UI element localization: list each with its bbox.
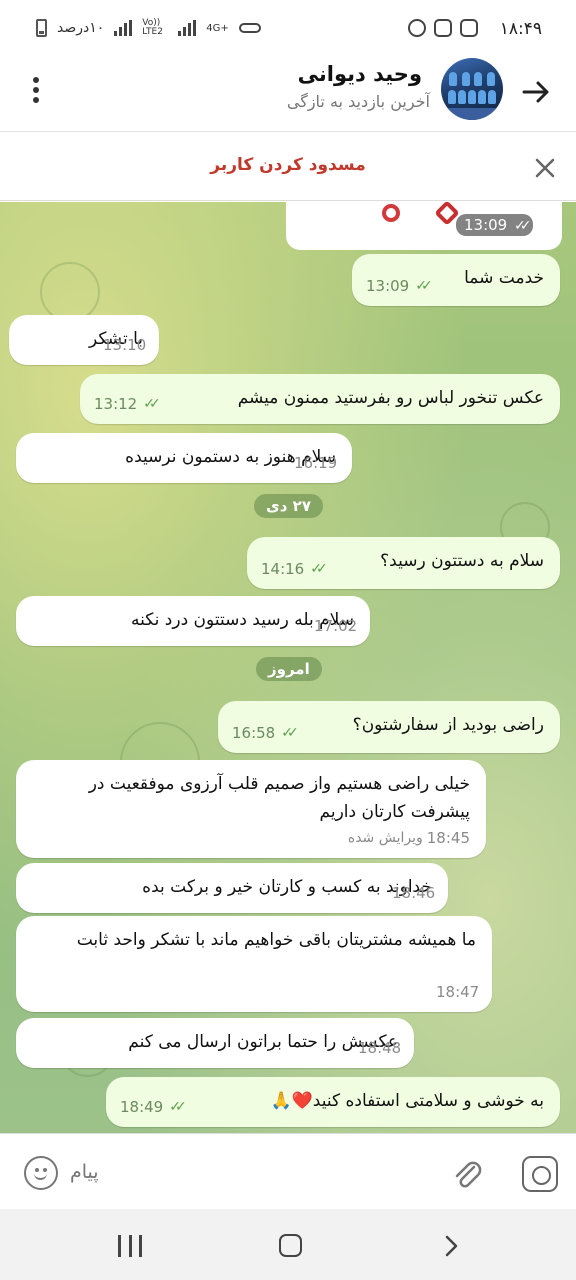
message-out[interactable]: خدمت شما 13:09 ✓✓ [352, 254, 560, 306]
message-meta: 17:02 [314, 617, 358, 635]
home-icon[interactable] [279, 1234, 302, 1257]
message-meta: 16:58 ✓✓ [232, 719, 299, 747]
more-vertical-icon[interactable] [26, 74, 46, 106]
whatsapp-icon [408, 19, 426, 37]
edited-label: ویرایش شده [347, 830, 423, 846]
signal-icon [114, 20, 133, 36]
chat-header: وحید دیوانی آخرین بازدید به تازگی [0, 58, 576, 132]
block-user-bar: مسدود کردن کاربر [0, 133, 576, 201]
contact-name[interactable]: وحید دیوانی [298, 62, 422, 86]
avatar[interactable] [441, 58, 503, 120]
date-separator: امروز [256, 657, 322, 681]
volte-label: Vo)) LTE2 [142, 18, 163, 37]
vpn-key-icon [238, 23, 261, 33]
read-check-icon: ✓✓ [281, 725, 299, 741]
read-check-icon: ✓✓ [169, 1099, 187, 1115]
message-text: خداوند به کسب و کارتان خیر و برکت بده [142, 877, 432, 897]
message-out[interactable]: به خوشی و سلامتی استفاده کنید❤️🙏 18:49 ✓✓ [106, 1077, 560, 1127]
message-in[interactable]: سلام بله رسید دستتون درد نکنه 17:02 [16, 596, 370, 646]
date-separator: ۲۷ دی [254, 494, 323, 518]
close-icon[interactable] [534, 157, 556, 179]
system-nav-bar [0, 1209, 576, 1280]
message-meta: 14:16 ✓✓ [261, 555, 328, 583]
read-check-icon: ✓✓ [415, 278, 433, 294]
read-check-icon: ✓✓ [310, 561, 328, 577]
emoji-icon[interactable] [24, 1156, 58, 1190]
message-text: عکس تنخور لباس رو بفرستید ممنون میشم [237, 388, 544, 408]
message-in[interactable]: ما همیشه مشتریتان باقی خواهیم ماند با تش… [16, 916, 492, 1012]
message-text: سلام هنوز به دستمون نرسیده [125, 447, 336, 467]
message-meta: 16:19 [294, 454, 338, 472]
message-text: ما همیشه مشتریتان باقی خواهیم ماند با تش… [76, 930, 476, 950]
message-text: سلام بله رسید دستتون درد نکنه [131, 610, 354, 630]
message-meta: 13:12 ✓✓ [94, 390, 161, 418]
message-in[interactable]: با تشکر 13:10 [9, 315, 159, 365]
camera-icon[interactable] [522, 1156, 558, 1192]
message-in[interactable]: خداوند به کسب و کارتان خیر و برکت بده 18… [16, 863, 448, 913]
message-in[interactable]: عکسش را حتما براتون ارسال می کنم 18:48 [16, 1018, 414, 1068]
status-time: ۱۸:۴۹ [499, 19, 542, 39]
message-out[interactable]: عکس تنخور لباس رو بفرستید ممنون میشم 13:… [80, 374, 560, 424]
message-out[interactable]: سلام به دستتون رسید؟ 14:16 ✓✓ [247, 537, 560, 589]
read-check-icon: ✓✓ [143, 396, 161, 412]
message-meta: 13:09 ✓✓ [366, 272, 433, 300]
status-notification-icons [408, 19, 478, 37]
status-bar: ۱۰درصد Vo)) LTE2 4G+ ۱۸:۴۹ [0, 0, 576, 58]
block-user-button[interactable]: مسدود کردن کاربر [0, 155, 576, 175]
message-composer [0, 1133, 576, 1209]
paperclip-icon[interactable] [450, 1156, 484, 1190]
message-text: خیلی راضی هستیم واز صمیم قلب آرزوی موفقع… [88, 774, 470, 822]
instagram-icon [460, 19, 478, 37]
battery-label: ۱۰درصد [57, 20, 105, 36]
network-label: 4G+ [206, 22, 229, 34]
message-text: عکسش را حتما براتون ارسال می کنم [128, 1032, 398, 1052]
signal-icon-2 [178, 20, 197, 36]
message-meta: 18:49 ✓✓ [120, 1093, 187, 1121]
back-arrow-icon[interactable] [520, 76, 552, 108]
back-icon[interactable] [438, 1233, 464, 1259]
message-text: به خوشی و سلامتی استفاده کنید❤️🙏 [270, 1091, 544, 1111]
status-left-group: ۱۰درصد Vo)) LTE2 4G+ [36, 19, 261, 37]
brand-logo-icon [382, 204, 400, 222]
message-out[interactable]: راضی بودید از سفارشتون؟ 16:58 ✓✓ [218, 701, 560, 753]
gallery-icon [434, 19, 452, 37]
battery-icon [36, 19, 47, 37]
message-input[interactable] [70, 1154, 370, 1190]
message-in[interactable]: خیلی راضی هستیم واز صمیم قلب آرزوی موفقع… [16, 760, 486, 858]
contact-last-seen: آخرین بازدید به تازگی [286, 92, 430, 111]
message-meta: ویرایش شده 18:45 [348, 824, 470, 852]
message-in[interactable]: سلام هنوز به دستمون نرسیده 16:19 [16, 433, 352, 483]
read-check-icon: ✓✓ [514, 218, 532, 234]
message-meta: 13:10 [103, 336, 147, 354]
recent-apps-icon[interactable] [118, 1235, 142, 1257]
wallpaper-doodle [40, 262, 100, 322]
photo-timestamp: 13:09 ✓✓ [456, 214, 534, 236]
message-meta: 18:46 [392, 884, 436, 902]
message-meta: 18:47 [436, 983, 480, 1001]
chat-area[interactable]: 13:09 ✓✓ خدمت شما 13:09 ✓✓ با تشکر 13:10 … [0, 202, 576, 1133]
message-meta: 18:48 [358, 1039, 402, 1057]
